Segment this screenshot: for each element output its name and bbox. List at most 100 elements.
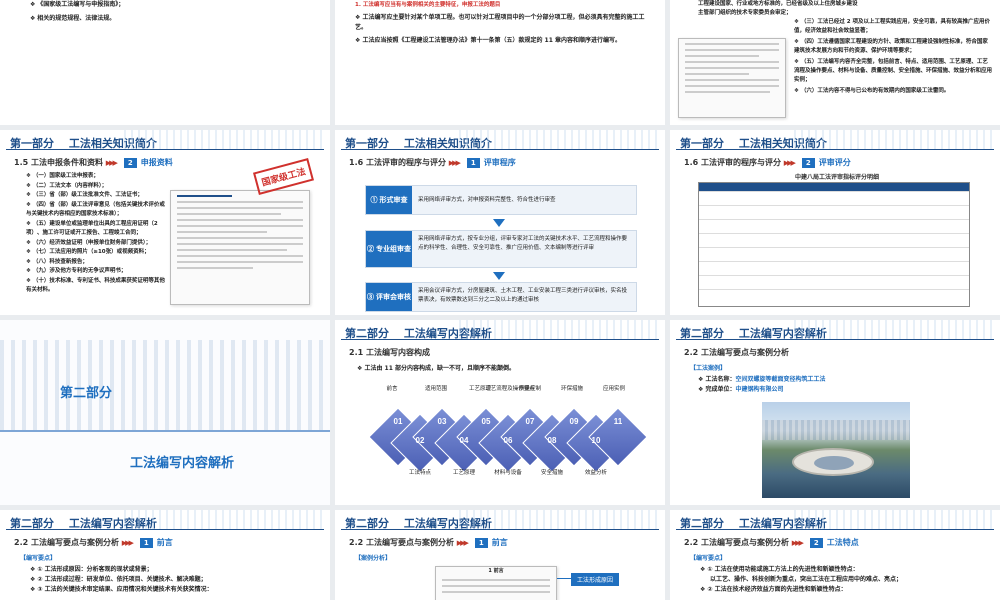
content-number: 05 [481, 417, 491, 426]
slide-header: 第二部分 工法编写内容解析 [670, 320, 1000, 340]
slide-body: 工程建设国家、行业或地方标准的，已经省级及以上住房城乡建设主管部门组织的技术专家… [698, 0, 858, 18]
list-item: ❖ （一）国家级工法申报表； [26, 173, 99, 179]
arrow-down-icon [493, 272, 505, 280]
case-head: 【工法案例】 [690, 365, 727, 372]
content-label: 应用实例 [602, 386, 625, 392]
flow-step: ② 专业组审查 采用网络评审方式，按专业分组，评审专家对工法的关键技术水平、工艺… [365, 230, 637, 268]
list-item: 以工艺、操作、科技创新为重点，突出工法在工程应用中的难点、亮点； [710, 576, 903, 583]
slide-r2-c1[interactable]: 第一部分 工法相关知识简介 1.5 工法申报条件和资料 ▶▶▶ 2 申报资料 ❖ （… [0, 130, 330, 315]
list-item: ❖ 工法应当按照《工程建设工法管理办法》第十一条第（五）款规定的 11 章内容和… [355, 37, 621, 44]
list-item: ❖ ① 工法形成原因：分析客观的现状或背景； [30, 566, 153, 573]
flow-step-body: 采用网络评审方式，按专业分组，评审专家对工法的关键技术水平、工艺流程和操作要点的… [418, 236, 628, 251]
content-label: 工法特点 [408, 470, 431, 476]
section-heading: 1.6 工法评审的程序与评分 ▶▶▶ 2 评审评分 [684, 158, 851, 168]
content-number: 01 [393, 417, 403, 426]
doc-title: 1 前言 [488, 568, 504, 574]
list-item: ❖ （五）工法编写内容齐全完整，包括前言、特点、适用范围、工艺原理、工艺流程及操… [794, 59, 993, 83]
list-item: ❖ （六）工法内容不得与已公布的有效期内的国家级工法雷同。 [794, 88, 950, 94]
slide-r4-c1[interactable]: 第二部分 工法编写内容解析 2.2 工法编写要点与案例分析 ▶▶▶ 1 前言 【编写… [0, 510, 330, 600]
list-item: ❖ （八）科技查新报告； [26, 258, 88, 265]
table-title: 中建八局工法评审指标评分明细 [795, 174, 880, 181]
content-label: 工艺原理 [452, 470, 475, 476]
slide-header: 第二部分 工法编写内容解析 [335, 320, 665, 340]
connector-line [557, 578, 571, 579]
slide-header: 第二部分 工法编写内容解析 [670, 510, 1000, 530]
list-item: ❖ 工法编写应主要针对某个单项工程。也可以针对工程项目中的一个分部分项工程，但必… [355, 14, 645, 31]
list-item: ❖ ③ 工法的关键技术审定结果、应用情况和关键技术有关获奖情况： [30, 586, 213, 593]
part-title: 第二部分 [60, 386, 113, 401]
arrow-down-icon [493, 219, 505, 227]
score-table [698, 182, 970, 307]
list-item: ❖ ② 工法形成过程：研发单位、依托项目、关键技术、解决难题； [30, 576, 207, 583]
slide-body: ❖ ① 工法在使用功能或施工方法上的先进性和新颖性特点： 以工艺、操作、科技创新… [700, 565, 902, 595]
tag-label: 工法形成原因 [571, 573, 620, 586]
slide-r1-c1[interactable]: ❖ 《国家级工法编写与申报指南》； ❖ 相关的规范规程、法律法规。 [0, 0, 330, 125]
section-title: 工法编写内容解析 [130, 456, 235, 471]
section-heading: 2.2 工法编写要点与案例分析 ▶▶▶ 1 前言 [14, 538, 173, 548]
list-item: ❖ （六）经济效益证明（申报单位财务部门提供）； [26, 239, 152, 246]
slide-body: 1. 工法编写应当有与案例相关的主要特征，申报工法的题目 ❖ 工法编写应主要针对… [355, 0, 655, 46]
content-number: 10 [591, 436, 601, 445]
content-label: 安全措施 [540, 470, 563, 476]
list-item: ❖ （二）工法文本（内容样料）； [26, 182, 108, 189]
key-points-head: 【编写要点】 [690, 555, 727, 562]
case-photo [762, 402, 910, 498]
case-analysis-head: 【案例分析】 [355, 555, 392, 562]
skyline-decoration [0, 340, 330, 430]
content-number: 02 [415, 436, 425, 445]
intro-text: ❖ 工法由 11 部分内容构成，缺一不可，且顺序不能颠倒。 [357, 365, 515, 372]
list-item: 工程建设国家、行业或地方标准的，已经省级及以上住房城乡建设主管部门组织的技术专家… [698, 1, 858, 16]
content-label: 材料与设备 [494, 470, 522, 476]
list-item: ❖ （四）工法遵循国家工程建设的方针、政策和工程建设强制性标准，符合国家建筑技术… [794, 39, 988, 54]
key-points-head: 【编写要点】 [20, 555, 57, 562]
section-heading: 1.5 工法申报条件和资料 ▶▶▶ 2 申报资料 [14, 158, 173, 168]
slide-r4-c3[interactable]: 第二部分 工法编写内容解析 2.2 工法编写要点与案例分析 ▶▶▶ 2 工法特点 【… [670, 510, 1000, 600]
slide-r3-c2[interactable]: 第二部分 工法编写内容解析 2.1 工法编写内容构成 ❖ 工法由 11 部分内容… [335, 320, 665, 505]
flow-step-head: ① 形式审查 [366, 186, 412, 214]
list-item: ❖ （四）省（部）级工法评审意见（包括关键技术评价或与关键技术内容相应的国家技术… [26, 201, 165, 218]
flow-step-body: 采用会议评审方式，分房屋建筑、土木工程、工业安装工程三类进行评议审核，实名投票表… [418, 288, 628, 303]
slide-r3-c1[interactable]: 第二部分 工法编写内容解析 [0, 320, 330, 505]
section-heading: 2.2 工法编写要点与案例分析 ▶▶▶ 2 工法特点 [684, 538, 859, 548]
list-item: ❖ ② 工法在技术经济效益方面的先进性和新颖性特点： [700, 586, 847, 593]
slide-header: 第一部分 工法相关知识简介 [0, 130, 330, 150]
content-number: 04 [459, 436, 469, 445]
content-number: 03 [437, 417, 447, 426]
content-number: 11 [613, 417, 623, 426]
document-thumbnail [678, 38, 786, 118]
list-item: ❖ （七）工法应用的照片（≥10张）或视频资料； [26, 249, 150, 255]
slide-r4-c2[interactable]: 第二部分 工法编写内容解析 2.2 工法编写要点与案例分析 ▶▶▶ 1 前言 【案例… [335, 510, 665, 600]
list-item: ❖ （三）工法已经过 2 项及以上工程实践应用，安全可靠，具有较高推广应用价值，… [794, 19, 991, 34]
flow-step: ③ 评审会审核 采用会议评审方式，分房屋建筑、土木工程、工业安装工程三类进行评议… [365, 282, 637, 312]
list-item: ❖ （十）技术标准、专利证书、科技成果获奖证明等其他有关材料。 [26, 277, 165, 294]
slide-r1-c3[interactable]: 工程建设国家、行业或地方标准的，已经省级及以上住房城乡建设主管部门组织的技术专家… [670, 0, 1000, 125]
slide-header: 第二部分 工法编写内容解析 [0, 510, 330, 530]
slide-r2-c2[interactable]: 第一部分 工法相关知识简介 1.6 工法评审的程序与评分 ▶▶▶ 1 评审程序 ① … [335, 130, 665, 315]
list-item: ❖ ① 工法在使用功能或施工方法上的先进性和新颖性特点： [700, 566, 859, 573]
slide-r2-c3[interactable]: 第一部分 工法相关知识简介 1.6 工法评审的程序与评分 ▶▶▶ 2 评审评分 中建… [670, 130, 1000, 315]
slide-header: 第一部分 工法相关知识简介 [670, 130, 1000, 150]
flow-step-body: 采用网络评审方式，对申报资料完整性、符合性进行审查 [418, 197, 556, 203]
section-heading: 1.6 工法评审的程序与评分 ▶▶▶ 1 评审程序 [349, 158, 516, 168]
section-heading: 2.2 工法编写要点与案例分析 ▶▶▶ 1 前言 [349, 538, 508, 548]
slide-body: ❖ ① 工法形成原因：分析客观的现状或背景； ❖ ② 工法形成过程：研发单位、依… [30, 565, 213, 595]
document-thumbnail [170, 190, 310, 305]
flow-step: ① 形式审查 采用网络评审方式，对申报资料完整性、符合性进行审查 [365, 185, 637, 215]
list-item: ❖ 相关的规范规程、法律法规。 [30, 15, 116, 22]
case-unit: ❖ 完成单位：中建钢构有限公司 [698, 386, 784, 393]
slide-r3-c3[interactable]: 第二部分 工法编写内容解析 2.2 工法编写要点与案例分析 【工法案例】 ❖ 工… [670, 320, 1000, 505]
content-number: 07 [525, 417, 535, 426]
section-heading: 2.1 工法编写内容构成 [349, 348, 430, 357]
slide-r1-c2[interactable]: 1. 工法编写应当有与案例相关的主要特征，申报工法的题目 ❖ 工法编写应主要针对… [335, 0, 665, 125]
list-item: 1. 工法编写应当有与案例相关的主要特征，申报工法的题目 [355, 2, 501, 8]
slide-body-right: ❖ （三）工法已经过 2 项及以上工程实践应用，安全可靠，具有较高推广应用价值，… [794, 18, 992, 96]
list-item: ❖ （九）涉及他方专利的无争议声明书； [26, 268, 127, 274]
document-thumbnail: 1 前言 [435, 566, 557, 600]
flow-step-head: ③ 评审会审核 [366, 283, 412, 311]
content-label: 前言 [386, 386, 398, 392]
slide-body: ❖ （一）国家级工法申报表； ❖ （二）工法文本（内容样料）； ❖ （三）省（部… [26, 172, 166, 296]
list-item: ❖ （五）建设单位或监理单位出具的工程应用证明（2项）、施工许可证或开工报告、工… [26, 220, 158, 237]
slide-header: 第一部分 工法相关知识简介 [335, 130, 665, 150]
section-heading: 2.2 工法编写要点与案例分析 [684, 348, 789, 357]
content-number: 06 [503, 436, 513, 445]
